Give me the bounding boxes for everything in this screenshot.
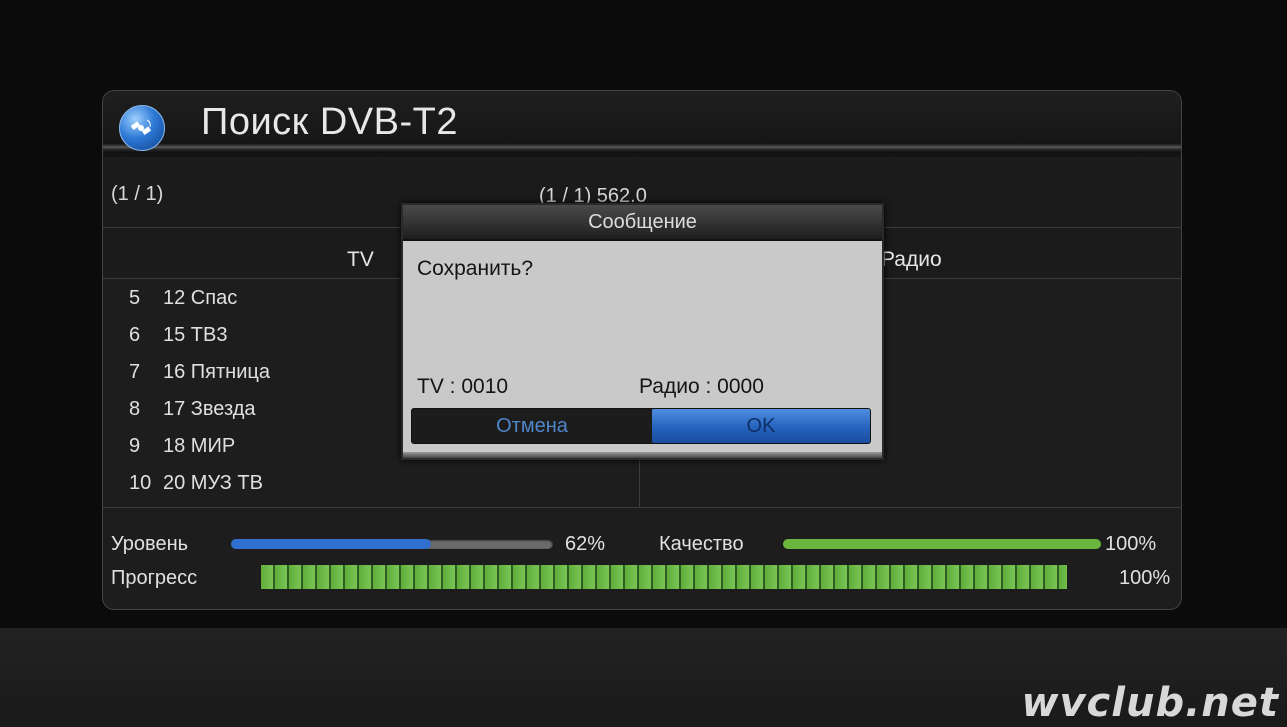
tv-count: TV : 0010 [417, 375, 509, 398]
level-label: Уровень [111, 533, 189, 555]
satellite-icon [119, 105, 165, 151]
quality-label: Качество [659, 533, 744, 555]
channel-name: 16 Пятница [163, 361, 270, 383]
dialog-bottom-edge [403, 452, 882, 458]
list-item[interactable]: 5 12 Спас [129, 287, 270, 324]
level-bar [231, 539, 553, 549]
channel-number: 9 [129, 435, 141, 457]
page-title: Поиск DVB-T2 [201, 101, 458, 143]
channel-number: 8 [129, 398, 141, 420]
progress-bar [261, 565, 1067, 589]
channel-name: 20 МУЗ ТВ [163, 472, 263, 494]
tv-channel-list: 5 12 Спас 6 15 ТВ3 7 16 Пятница 8 17 Звезда … [129, 287, 270, 509]
channel-number: 7 [129, 361, 141, 383]
watermark: wvclub.net [1021, 680, 1279, 726]
dialog-title: Сообщение [403, 205, 882, 241]
dialog-buttons: Отмена OK [411, 408, 871, 444]
channel-name: 17 Звезда [163, 398, 256, 420]
quality-bar-fill [783, 539, 1101, 549]
page-indicator: (1 / 1) [111, 183, 164, 205]
cancel-button[interactable]: Отмена [412, 409, 652, 443]
signal-divider [103, 507, 1181, 508]
save-dialog: Сообщение Сохранить? TV : 0010 Радио : 0… [401, 203, 884, 460]
list-item[interactable]: 6 15 ТВ3 [129, 324, 270, 361]
quality-value: 100% [1105, 533, 1157, 555]
list-item[interactable]: 7 16 Пятница [129, 361, 270, 398]
level-bar-fill [231, 539, 431, 549]
channel-number: 5 [129, 287, 141, 309]
channel-number: 6 [129, 324, 141, 346]
dialog-message: Сохранить? [417, 257, 534, 280]
list-item[interactable]: 10 20 МУЗ ТВ [129, 472, 270, 509]
channel-number: 10 [129, 472, 152, 494]
list-item[interactable]: 9 18 МИР [129, 435, 270, 472]
progress-value: 100% [1119, 567, 1171, 589]
level-value: 62% [565, 533, 606, 555]
progress-label: Прогресс [111, 567, 198, 589]
ok-button[interactable]: OK [652, 409, 870, 443]
channel-name: 12 Спас [163, 287, 238, 309]
channel-name: 15 ТВ3 [163, 324, 228, 346]
radio-column-header: Радио [881, 248, 942, 271]
radio-count: Радио : 0000 [639, 375, 764, 398]
header-rule [103, 143, 1181, 153]
panel-header: Поиск DVB-T2 [103, 91, 1181, 157]
progress-bar-fill [261, 565, 1067, 589]
channel-name: 18 МИР [163, 435, 236, 457]
tv-column-header: TV [347, 248, 374, 271]
quality-bar [783, 539, 1101, 549]
list-item[interactable]: 8 17 Звезда [129, 398, 270, 435]
